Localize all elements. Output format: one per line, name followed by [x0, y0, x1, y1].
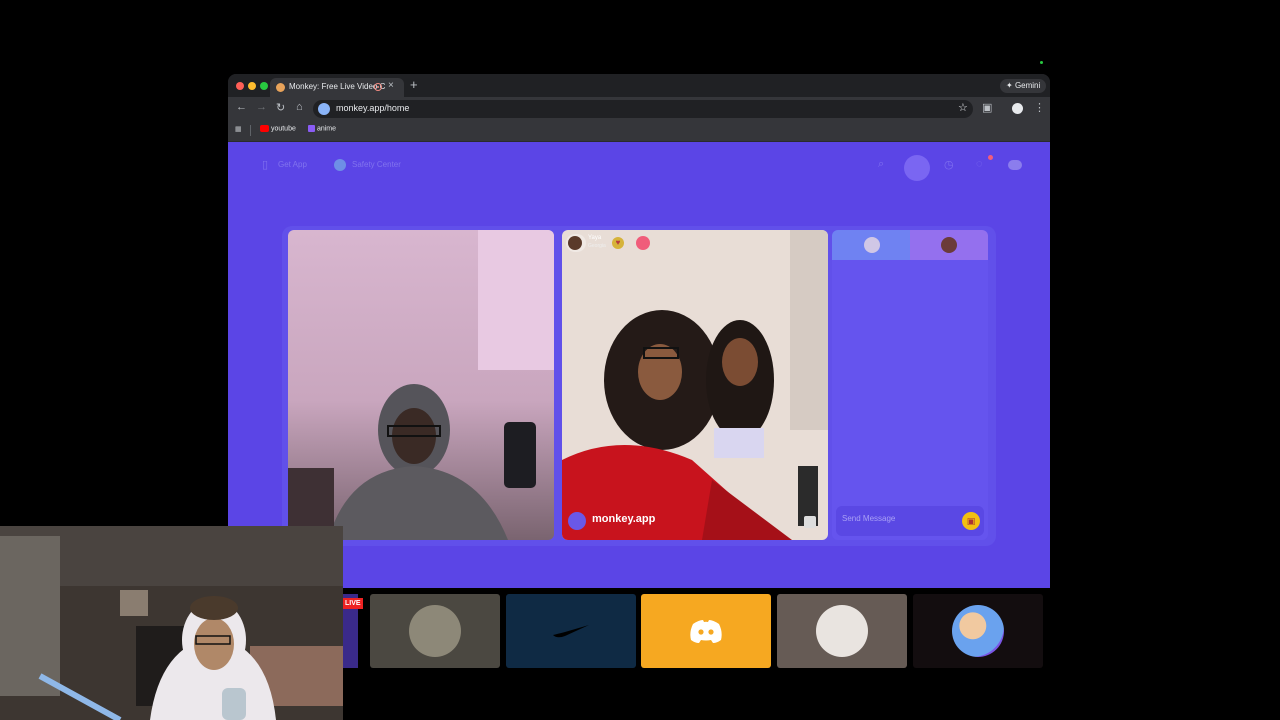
star-icon[interactable]: ☆	[958, 101, 968, 114]
chat-panel: Send Message ▣	[832, 230, 988, 540]
chat-tab-remote[interactable]	[910, 230, 988, 260]
gift-icon[interactable]: ▣	[962, 512, 980, 530]
heart-icon[interactable]: ♥	[612, 237, 624, 249]
maximize-window-button[interactable]	[260, 82, 268, 90]
address-bar[interactable]: monkey.app/home ☆	[313, 100, 973, 118]
nike-logo-icon	[553, 625, 589, 638]
report-icon[interactable]	[804, 516, 816, 528]
remote-user-avatar	[941, 237, 957, 253]
minimize-window-button[interactable]	[248, 82, 256, 90]
profile-icon[interactable]	[1012, 103, 1023, 114]
remote-user-avatar	[568, 236, 582, 250]
notification-dot	[988, 155, 993, 160]
remote-video-frame	[562, 230, 828, 540]
browser-tab[interactable]: Monkey: Free Live Video C ×	[270, 78, 404, 97]
bookmarks-bar: ▦ youtube anime	[228, 121, 1050, 142]
sidepanel-icon[interactable]: ▣	[982, 101, 992, 114]
bookmark-anime[interactable]: anime	[308, 125, 336, 132]
avatar-two-people	[816, 605, 868, 657]
discord-logo-icon	[690, 620, 722, 643]
reaction-icon[interactable]	[636, 236, 650, 250]
remote-user-badge[interactable]: Yaya Georgia ♥	[566, 234, 624, 252]
message-placeholder: Send Message	[842, 514, 896, 523]
live-tile[interactable]: LIVE	[343, 594, 363, 668]
search-icon[interactable]: ⌕	[878, 158, 884, 171]
reload-icon[interactable]: ↻	[276, 101, 285, 114]
back-icon[interactable]: ←	[236, 101, 247, 113]
monkey-mascot-icon	[952, 605, 1004, 657]
streamer-webcam	[0, 526, 343, 720]
youtube-icon	[260, 125, 269, 132]
url-text: monkey.app/home	[336, 103, 410, 113]
remote-user-name: Yaya	[588, 235, 602, 241]
tab-close-icon[interactable]: ×	[388, 80, 394, 91]
home-icon[interactable]: ⌂	[296, 101, 303, 113]
gemini-button[interactable]: ✦ Gemini	[1000, 79, 1047, 93]
avatar	[409, 605, 461, 657]
tile-monkey-mascot[interactable]	[913, 594, 1043, 668]
chat-icon[interactable]: ◌	[976, 158, 983, 170]
close-window-button[interactable]	[236, 82, 244, 90]
get-app-link[interactable]: Get App	[278, 160, 307, 169]
browser-toolbar: ← → ↻ ⌂ monkey.app/home ☆ ▣ ⋮	[228, 97, 1050, 121]
monkey-watermark: monkey.app	[592, 513, 656, 525]
site-info-icon[interactable]	[318, 103, 330, 115]
tile-nike[interactable]	[506, 594, 636, 668]
remote-user-location: Georgia	[588, 243, 606, 249]
folder-icon	[308, 125, 315, 132]
monkey-page: ▯ Get App Safety Center ⌕ ◷ ◌ Yaya Georg…	[228, 142, 1050, 588]
coin-icon[interactable]	[1008, 160, 1022, 170]
recording-icon	[374, 83, 382, 91]
divider	[250, 125, 251, 136]
menu-icon[interactable]: ⋮	[1034, 101, 1045, 114]
webcam-frame	[0, 526, 343, 720]
apps-grid-icon[interactable]: ▦	[235, 125, 242, 133]
tile-two-people[interactable]	[777, 594, 907, 668]
live-badge: LIVE	[343, 598, 363, 609]
local-video	[288, 230, 554, 540]
crown-avatar-icon[interactable]	[904, 155, 930, 181]
tile-avatar[interactable]	[370, 594, 500, 668]
chat-tab-local[interactable]	[832, 230, 910, 260]
remote-video: Yaya Georgia ♥ monkey.app	[562, 230, 828, 540]
phone-icon: ▯	[262, 159, 269, 171]
new-tab-button[interactable]: +	[410, 77, 418, 92]
monkey-favicon-icon	[276, 83, 285, 92]
shield-icon	[334, 159, 346, 171]
bookmark-label: anime	[316, 125, 337, 133]
tab-bar: Monkey: Free Live Video C × + ✦ Gemini	[228, 74, 1050, 97]
message-input[interactable]: Send Message ▣	[836, 506, 984, 536]
local-video-frame	[288, 230, 554, 540]
forward-icon[interactable]: →	[256, 101, 267, 113]
history-icon[interactable]: ◷	[944, 158, 954, 171]
browser-window: Monkey: Free Live Video C × + ✦ Gemini ←…	[228, 74, 1050, 588]
tab-title: Monkey: Free Live Video C	[289, 82, 386, 91]
safety-center-link[interactable]: Safety Center	[352, 160, 401, 169]
status-dot	[1040, 61, 1043, 64]
video-chat-stage: Yaya Georgia ♥ monkey.app Send Message ▣	[282, 226, 996, 546]
tile-discord[interactable]	[641, 594, 771, 668]
monkey-logo-icon	[568, 512, 586, 530]
bookmark-label: youtube	[270, 125, 296, 133]
bookmark-youtube[interactable]: youtube	[260, 125, 296, 132]
gemini-icon: ✦	[1006, 81, 1013, 90]
gemini-label: Gemini	[1014, 81, 1041, 90]
local-user-avatar	[864, 237, 880, 253]
